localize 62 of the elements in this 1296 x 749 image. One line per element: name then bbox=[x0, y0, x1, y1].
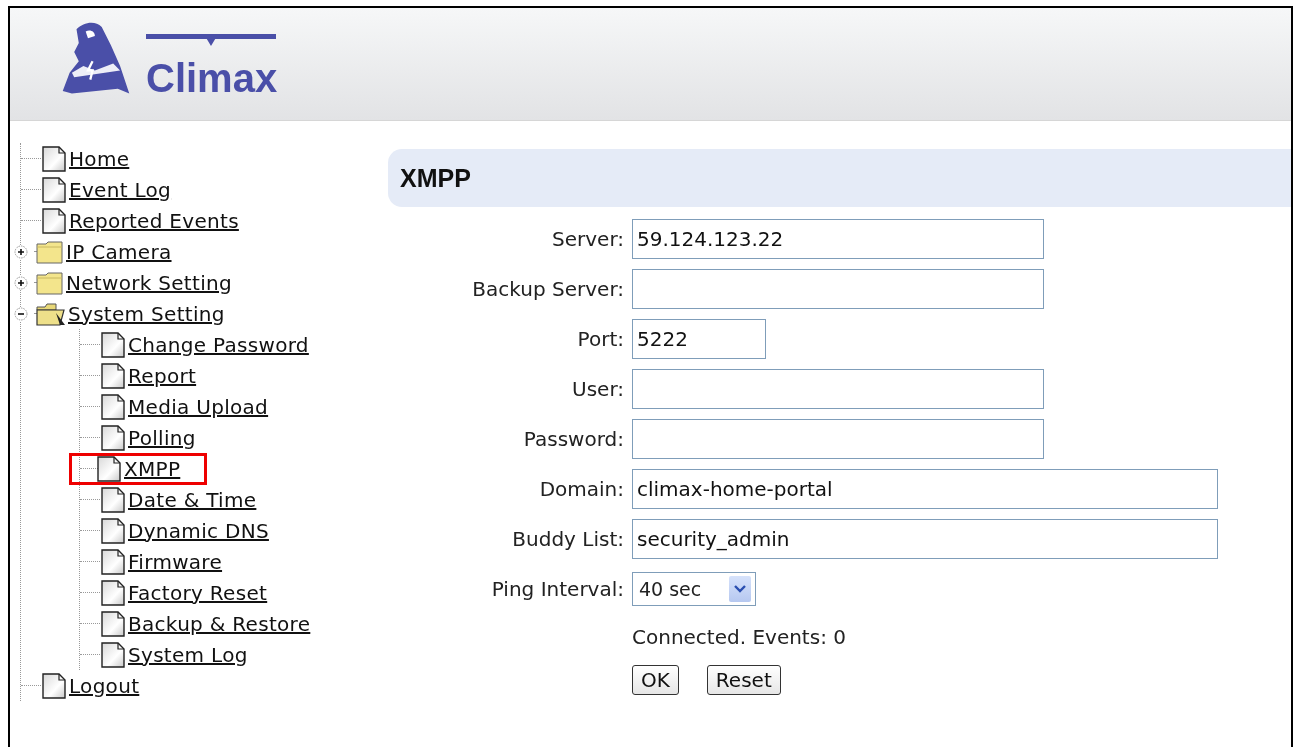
nav-link[interactable]: Logout bbox=[69, 673, 140, 698]
expand-icon[interactable] bbox=[14, 275, 28, 290]
field-label: Password: bbox=[522, 427, 624, 451]
page-icon bbox=[100, 393, 126, 420]
expand-icon[interactable] bbox=[14, 244, 28, 259]
text-field[interactable] bbox=[632, 369, 1044, 409]
reset-button[interactable]: Reset bbox=[706, 665, 781, 695]
page-icon bbox=[100, 424, 126, 451]
text-field[interactable]: 5222 bbox=[632, 319, 766, 359]
field-label: Port: bbox=[576, 327, 624, 351]
nav-link[interactable]: Media Upload bbox=[128, 394, 269, 419]
logo-text: Climax bbox=[146, 58, 278, 98]
field-label: Ping Interval: bbox=[490, 577, 624, 601]
page-icon bbox=[41, 207, 67, 234]
nav-link[interactable]: Home bbox=[69, 146, 130, 171]
text-field[interactable]: climax-home-portal bbox=[632, 469, 1218, 509]
page-icon bbox=[100, 362, 126, 389]
password-field[interactable] bbox=[632, 419, 1044, 459]
page-icon bbox=[100, 331, 126, 358]
open-folder-icon bbox=[36, 300, 66, 327]
page-icon bbox=[41, 176, 67, 203]
field-label: Server: bbox=[551, 227, 624, 251]
nav-link[interactable]: Dynamic DNS bbox=[128, 518, 269, 543]
page-icon bbox=[96, 455, 122, 482]
logo-bar-icon bbox=[146, 34, 276, 46]
page-icon bbox=[41, 672, 67, 699]
nav-link[interactable]: System Log bbox=[128, 642, 248, 667]
nav-link[interactable]: Firmware bbox=[128, 549, 223, 574]
page-icon bbox=[41, 145, 67, 172]
nav-link[interactable]: Reported Events bbox=[69, 208, 239, 233]
nav-link[interactable]: System Setting bbox=[68, 301, 225, 326]
nav-link[interactable]: Date & Time bbox=[128, 487, 257, 512]
field-label: Domain: bbox=[538, 477, 624, 501]
dropdown[interactable]: 40 sec bbox=[632, 572, 756, 606]
page-icon bbox=[100, 641, 126, 668]
nav-link[interactable]: Change Password bbox=[128, 332, 309, 357]
text-field[interactable] bbox=[632, 269, 1044, 309]
folder-icon bbox=[36, 238, 64, 265]
page-icon bbox=[100, 548, 126, 575]
page-icon bbox=[100, 486, 126, 513]
nav-link[interactable]: XMPP bbox=[124, 456, 181, 481]
nav-link[interactable]: Report bbox=[128, 363, 197, 388]
field-label: Backup Server: bbox=[471, 277, 624, 301]
chevron-down-icon bbox=[734, 585, 746, 593]
page-icon bbox=[100, 517, 126, 544]
field-label: Buddy List: bbox=[511, 527, 624, 551]
ok-button[interactable]: OK bbox=[632, 665, 679, 695]
nav-link[interactable]: IP Camera bbox=[66, 239, 172, 264]
nav-link[interactable]: Polling bbox=[128, 425, 196, 450]
nav-link[interactable]: Factory Reset bbox=[128, 580, 268, 605]
collapse-icon[interactable] bbox=[14, 306, 28, 321]
text-field[interactable]: 59.124.123.22 bbox=[632, 219, 1044, 259]
text-field[interactable]: security_admin bbox=[632, 519, 1218, 559]
status-text: Connected. Events: 0 bbox=[632, 624, 847, 651]
nav-link[interactable]: Backup & Restore bbox=[128, 611, 311, 636]
nav-link[interactable]: Network Setting bbox=[66, 270, 232, 295]
folder-icon bbox=[36, 269, 64, 296]
field-label: User: bbox=[571, 377, 624, 401]
page-icon bbox=[100, 610, 126, 637]
page-title: XMPP bbox=[388, 149, 1291, 207]
page-icon bbox=[100, 579, 126, 606]
nav-link[interactable]: Event Log bbox=[69, 177, 172, 202]
